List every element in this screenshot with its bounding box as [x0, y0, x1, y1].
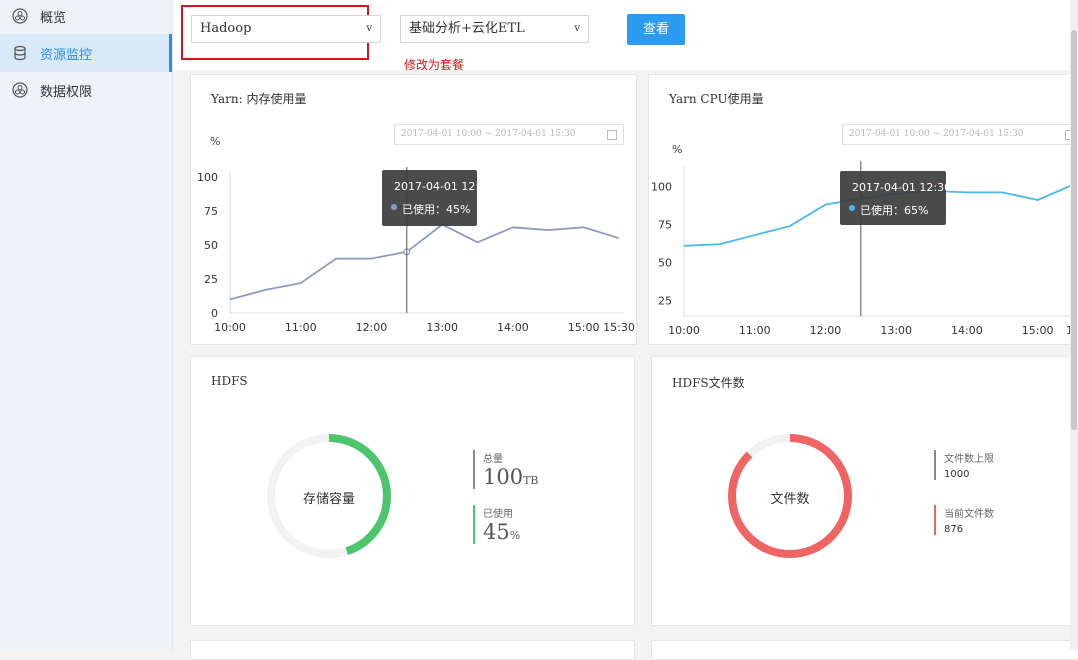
stat-value: 45%: [483, 520, 520, 544]
x-tick-label: 14:00: [951, 324, 983, 337]
x-tick-label: 13:00: [880, 324, 912, 337]
y-tick-label: 25: [204, 273, 218, 286]
y-tick-label: 75: [204, 205, 218, 218]
y-tick-label: 100: [651, 180, 672, 193]
tooltip-time: 2017-04-01 12:30: [852, 181, 951, 194]
tooltip-value: 已使用：45%: [402, 201, 470, 217]
y-tick-label: 75: [658, 218, 672, 231]
stat-label: 总量: [483, 450, 539, 465]
package-select[interactable]: 基础分析+云化ETL v: [400, 15, 589, 43]
stat-label: 当前文件数: [944, 505, 994, 520]
card-title: HDFS: [211, 374, 248, 388]
y-tick-label: 25: [658, 295, 672, 308]
yarn-memory-card: Yarn: 内存使用量 2017-04-01 10:00 ~ 2017-04-0…: [190, 74, 637, 345]
x-tick-label: 14:00: [497, 321, 529, 334]
x-tick-label: 10:00: [668, 324, 700, 337]
stat-label: 文件数上限: [944, 450, 994, 465]
main-content: Hadoop v 基础分析+云化ETL v 查看 修改为套餐 Yarn: 内存使…: [173, 0, 1078, 650]
stat-label: 已使用: [483, 505, 520, 520]
stat-value: 1000: [944, 469, 994, 480]
x-tick-label: 15:30: [603, 321, 635, 334]
sidebar-item-label: 概览: [40, 7, 66, 26]
y-tick-label: 100: [197, 171, 218, 184]
y-tick-label: 50: [204, 239, 218, 252]
view-button[interactable]: 查看: [627, 14, 685, 45]
scrollbar-thumb[interactable]: [1071, 30, 1077, 430]
vertical-scrollbar[interactable]: [1070, 0, 1078, 650]
series-dot-icon: [391, 204, 397, 210]
hdfs-card: HDFS 存储容量 总量 100TB 已使用 45%: [190, 356, 635, 626]
x-tick-label: 12:00: [810, 324, 842, 337]
donut-center-label: 存储容量: [266, 488, 392, 507]
database-icon: [12, 45, 28, 61]
y-tick-label: 50: [658, 257, 672, 270]
sidebar-item-resource-monitor[interactable]: 资源监控: [0, 34, 172, 72]
chevron-down-icon: v: [574, 16, 580, 42]
stat-value: 876: [944, 524, 994, 535]
hdfs-used-stat: 已使用 45%: [473, 505, 520, 544]
sidebar: 概览 资源监控 数据权限: [0, 0, 173, 650]
files-current-stat: 当前文件数 876: [934, 505, 994, 535]
x-tick-label: 15:00: [1022, 324, 1054, 337]
card-title: HDFS文件数: [672, 374, 745, 391]
y-tick-label: 0: [211, 307, 218, 320]
next-card: [190, 640, 635, 660]
hdfs-total-stat: 总量 100TB: [473, 450, 539, 489]
chart-tooltip: 2017-04-01 12:30 已使用：65%: [840, 171, 946, 225]
tooltip-time: 2017-04-01 12:30: [394, 180, 493, 193]
permission-icon: [12, 82, 28, 98]
overview-icon: [12, 8, 28, 24]
sidebar-item-label: 资源监控: [40, 44, 92, 63]
x-tick-label: 11:00: [739, 324, 771, 337]
chart-tooltip: 2017-04-01 12:30 已使用：45%: [382, 170, 477, 226]
x-tick-label: 10:00: [214, 321, 246, 334]
cluster-select[interactable]: Hadoop v: [191, 15, 381, 43]
x-tick-label: 12:00: [356, 321, 388, 334]
files-limit-stat: 文件数上限 1000: [934, 450, 994, 480]
sidebar-item-overview[interactable]: 概览: [0, 0, 172, 35]
stat-value: 100TB: [483, 465, 539, 489]
sidebar-item-data-permission[interactable]: 数据权限: [0, 71, 172, 109]
series-dot-icon: [849, 205, 855, 211]
toolbar: Hadoop v 基础分析+云化ETL v 查看 修改为套餐: [173, 0, 1078, 70]
donut-center-label: 文件数: [727, 488, 853, 507]
series-line: [230, 225, 619, 300]
x-tick-label: 11:00: [285, 321, 317, 334]
x-tick-label: 15:00: [568, 321, 600, 334]
x-tick-label: 13:00: [426, 321, 458, 334]
annotation-note: 修改为套餐: [404, 56, 464, 73]
chevron-down-icon: v: [366, 16, 372, 42]
tooltip-value: 已使用：65%: [860, 202, 928, 218]
hdfs-files-card: HDFS文件数 文件数 文件数上限 1000 当前文件数 876: [651, 356, 1078, 626]
cluster-select-value: Hadoop: [200, 21, 251, 36]
sidebar-item-label: 数据权限: [40, 81, 92, 100]
package-select-value: 基础分析+云化ETL: [409, 21, 525, 36]
yarn-cpu-card: Yarn CPU使用量 2017-04-01 10:00 ~ 2017-04-0…: [648, 74, 1078, 345]
next-card: [651, 640, 1078, 660]
